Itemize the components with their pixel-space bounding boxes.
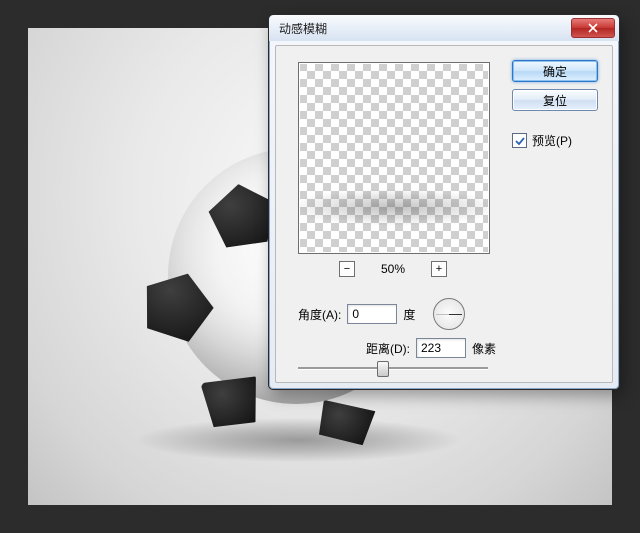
zoom-controls: − 50% + [298, 260, 488, 278]
close-icon [588, 23, 598, 33]
check-icon [515, 136, 525, 146]
distance-slider[interactable] [298, 360, 488, 376]
reset-button-label: 复位 [543, 92, 567, 109]
motion-blur-dialog: 动感模糊 − 50% + 角度(A): 度 距离(D): 像素 确定 [268, 14, 620, 390]
soccer-ball-shadow [138, 418, 458, 462]
minus-icon: − [344, 264, 350, 275]
angle-row: 角度(A): 度 [298, 298, 465, 330]
zoom-percent: 50% [375, 262, 411, 276]
preview-checkbox[interactable] [512, 133, 527, 148]
angle-label: 角度(A): [298, 306, 341, 323]
preview-checkbox-row[interactable]: 预览(P) [512, 132, 598, 149]
distance-unit: 像素 [472, 340, 496, 357]
angle-unit: 度 [403, 306, 415, 323]
ball-patch [129, 262, 225, 353]
dialog-title: 动感模糊 [279, 20, 571, 37]
zoom-in-button[interactable]: + [431, 261, 447, 277]
close-button[interactable] [571, 18, 615, 38]
zoom-out-button[interactable]: − [339, 261, 355, 277]
ok-button[interactable]: 确定 [512, 60, 598, 82]
slider-thumb[interactable] [377, 361, 389, 377]
distance-row: 距离(D): 像素 [366, 338, 496, 358]
dialog-body: − 50% + 角度(A): 度 距离(D): 像素 确定 复位 [275, 45, 613, 383]
dialog-titlebar[interactable]: 动感模糊 [269, 15, 619, 41]
slider-track [298, 367, 488, 370]
filter-preview[interactable] [298, 62, 490, 254]
ok-button-label: 确定 [543, 63, 567, 80]
plus-icon: + [436, 264, 442, 275]
dialog-side-column: 确定 复位 预览(P) [512, 60, 598, 149]
angle-dial[interactable] [433, 298, 465, 330]
distance-input[interactable] [416, 338, 466, 358]
preview-checkbox-label: 预览(P) [532, 132, 572, 149]
distance-label: 距离(D): [366, 340, 410, 357]
reset-button[interactable]: 复位 [512, 89, 598, 111]
angle-input[interactable] [347, 304, 397, 324]
